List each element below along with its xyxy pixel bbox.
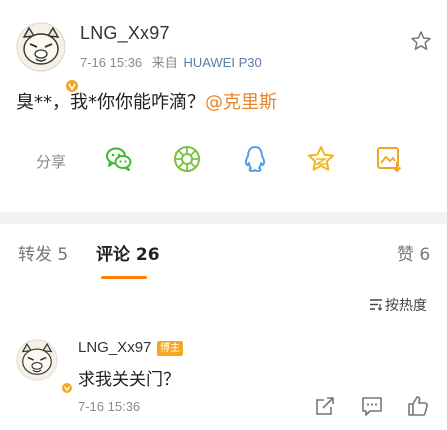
verified-badge-icon <box>60 381 74 395</box>
post-body: 臭**，我*你你能咋滴？ <box>16 92 205 113</box>
post-source-device[interactable]: HUAWEI P30 <box>183 55 261 70</box>
qq-icon[interactable] <box>240 144 270 174</box>
post-username[interactable]: LNG_Xx97 <box>80 23 170 44</box>
post-meta: 7-16 15:36 来自 HUAWEI P30 <box>80 52 262 71</box>
mention-link[interactable]: @克里斯 <box>205 92 277 113</box>
repost-icon[interactable] <box>314 395 336 417</box>
author-badge: 博主 <box>157 341 183 356</box>
reply-icon[interactable] <box>361 395 383 417</box>
comment-avatar[interactable] <box>16 339 74 395</box>
share-row: 分享 <box>0 140 447 180</box>
avatar[interactable] <box>16 22 80 94</box>
sort-icon <box>369 298 383 315</box>
moments-icon[interactable] <box>172 144 202 174</box>
save-image-icon[interactable] <box>374 144 404 174</box>
post-text: 臭**，我*你你能咋滴？@克里斯 <box>16 88 277 114</box>
post-card: LNG_Xx97 7-16 15:36 来自 HUAWEI P30 臭**，我*… <box>0 0 447 212</box>
post-source-prefix: 来自 <box>151 55 178 70</box>
comment-text: 求我关关门？ <box>78 370 180 390</box>
qzone-icon[interactable] <box>306 144 336 174</box>
like-icon[interactable] <box>407 395 429 417</box>
wechat-icon[interactable] <box>104 144 134 174</box>
tab-reposts[interactable]: 转发 5 <box>18 240 68 265</box>
tab-bar: 转发 5 评论 26 赞 6 <box>0 224 447 279</box>
post-time: 7-16 15:36 <box>80 55 143 70</box>
share-label: 分享 <box>36 153 67 171</box>
sort-by-hot-button[interactable]: 按热度 <box>369 295 427 315</box>
active-tab-indicator <box>101 276 147 279</box>
favorite-star-icon[interactable] <box>410 30 432 52</box>
sort-label: 按热度 <box>385 298 427 314</box>
comment-time: 7-16 15:36 <box>78 399 141 414</box>
tab-comments[interactable]: 评论 26 <box>96 240 160 265</box>
comment-item: LNG_Xx97 博主 求我关关门？ 7-16 15:36 <box>0 325 447 430</box>
tab-likes[interactable]: 赞 6 <box>397 240 430 265</box>
comment-username[interactable]: LNG_Xx97 <box>78 339 151 356</box>
section-divider <box>0 212 447 224</box>
